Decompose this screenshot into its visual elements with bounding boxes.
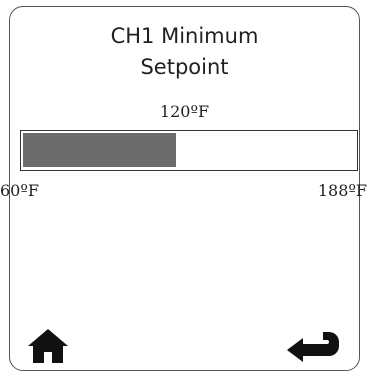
setpoint-value: 120ºF: [159, 102, 210, 121]
setpoint-slider[interactable]: [20, 130, 358, 171]
range-min-label: 60ºF: [0, 181, 39, 200]
return-arrow-icon[interactable]: [285, 326, 341, 364]
title-line-1: CH1 Minimum: [110, 24, 259, 48]
home-icon[interactable]: [28, 327, 68, 365]
slider-fill: [23, 133, 176, 167]
display-frame: CH1 Minimum Setpoint 120ºF: [9, 6, 360, 371]
range-max-label: 188ºF: [317, 181, 367, 200]
title-line-2: Setpoint: [140, 55, 229, 79]
page-title: CH1 Minimum Setpoint: [10, 21, 359, 83]
